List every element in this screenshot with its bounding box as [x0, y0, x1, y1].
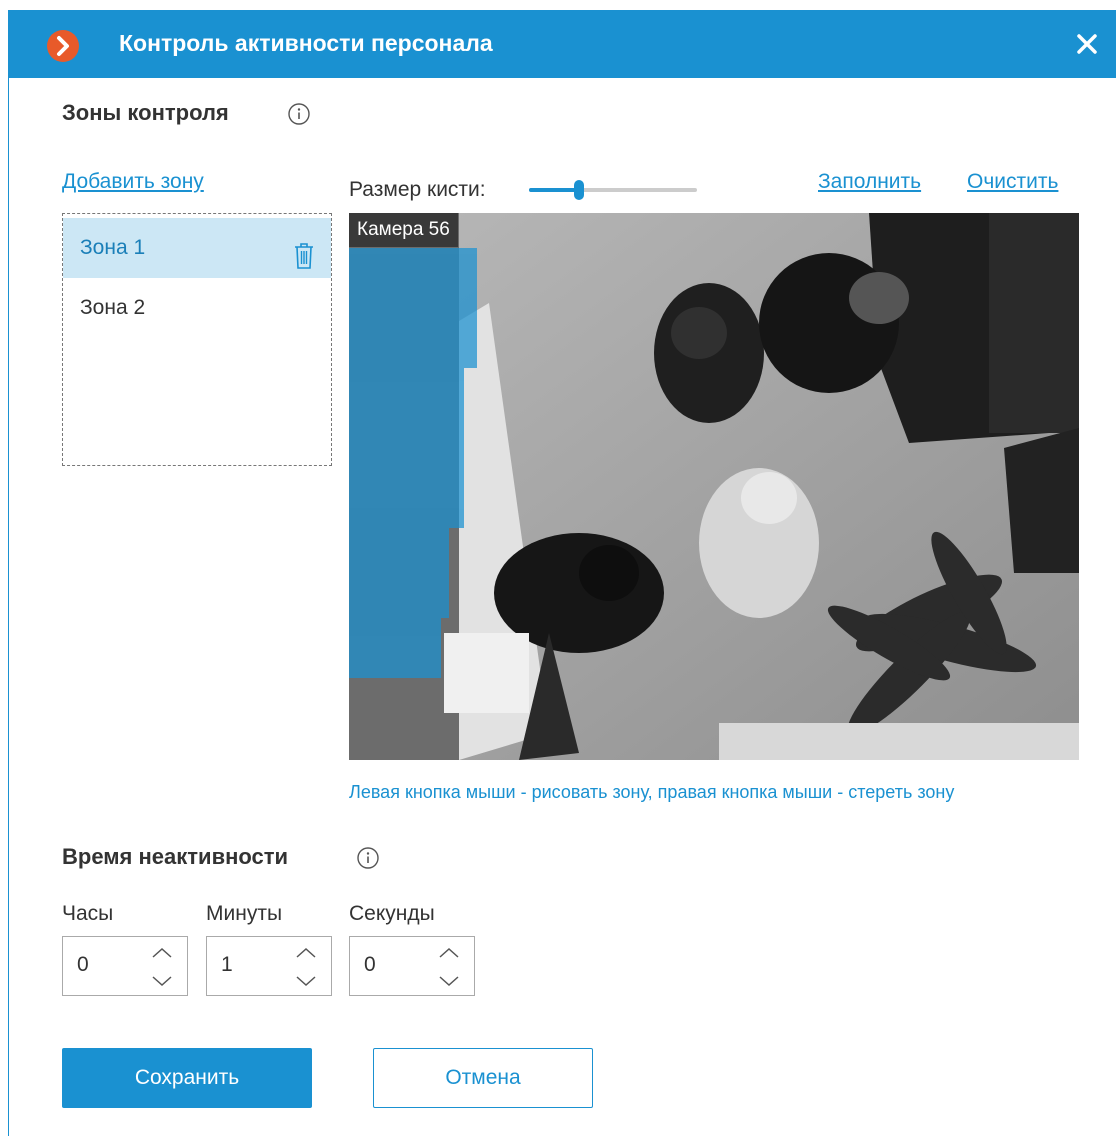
cancel-button[interactable]: Отмена: [373, 1048, 593, 1108]
hours-value[interactable]: 0: [77, 953, 89, 977]
trash-icon[interactable]: [293, 234, 315, 269]
inactivity-section-title: Время неактивности: [62, 844, 289, 869]
macroscop-logo-icon: [47, 30, 79, 62]
save-button[interactable]: Сохранить: [62, 1048, 312, 1108]
minutes-value[interactable]: 1: [221, 953, 233, 977]
minutes-label: Минуты: [206, 902, 283, 925]
camera-view[interactable]: Камера 56: [349, 213, 1079, 760]
seconds-label: Секунды: [349, 902, 435, 925]
chevron-up-icon[interactable]: [149, 943, 175, 963]
chevron-down-icon[interactable]: [436, 971, 462, 991]
seconds-value[interactable]: 0: [364, 953, 376, 977]
add-zone-link[interactable]: Добавить зону: [62, 170, 204, 194]
drawing-hint: Левая кнопка мыши - рисовать зону, права…: [349, 782, 955, 802]
seconds-stepper[interactable]: 0: [349, 936, 475, 996]
zone-item-2[interactable]: Зона 2: [63, 278, 331, 338]
chevron-up-icon[interactable]: [436, 943, 462, 963]
hours-label: Часы: [62, 902, 114, 925]
brush-size-slider-thumb[interactable]: [574, 180, 584, 200]
fill-link[interactable]: Заполнить: [818, 170, 921, 194]
title-bar: Контроль активности персонала: [9, 10, 1116, 78]
hours-stepper[interactable]: 0: [62, 936, 188, 996]
minutes-stepper[interactable]: 1: [206, 936, 332, 996]
zone-list[interactable]: Зона 1 Зона 2: [62, 213, 332, 466]
camera-name-label: Камера 56: [349, 213, 458, 247]
chevron-down-icon[interactable]: [149, 971, 175, 991]
zones-section-title: Зоны контроля: [62, 100, 229, 125]
dialog-title: Контроль активности персонала: [119, 30, 493, 56]
chevron-up-icon[interactable]: [293, 943, 319, 963]
zone-item-1[interactable]: Зона 1: [63, 218, 331, 278]
info-icon[interactable]: [356, 846, 380, 870]
dialog-window: Контроль активности персонала Зоны контр…: [8, 10, 1116, 1136]
brush-size-slider[interactable]: [529, 180, 697, 200]
chevron-down-icon[interactable]: [293, 971, 319, 991]
info-icon[interactable]: [287, 102, 311, 126]
brush-size-slider-fill: [529, 188, 579, 192]
zone-item-label: Зона 2: [80, 296, 146, 319]
zone-item-label: Зона 1: [80, 236, 146, 259]
clear-link[interactable]: Очистить: [967, 170, 1058, 194]
camera-image: [349, 213, 1079, 760]
close-icon[interactable]: [1075, 32, 1099, 56]
brush-size-label: Размер кисти:: [349, 178, 486, 201]
